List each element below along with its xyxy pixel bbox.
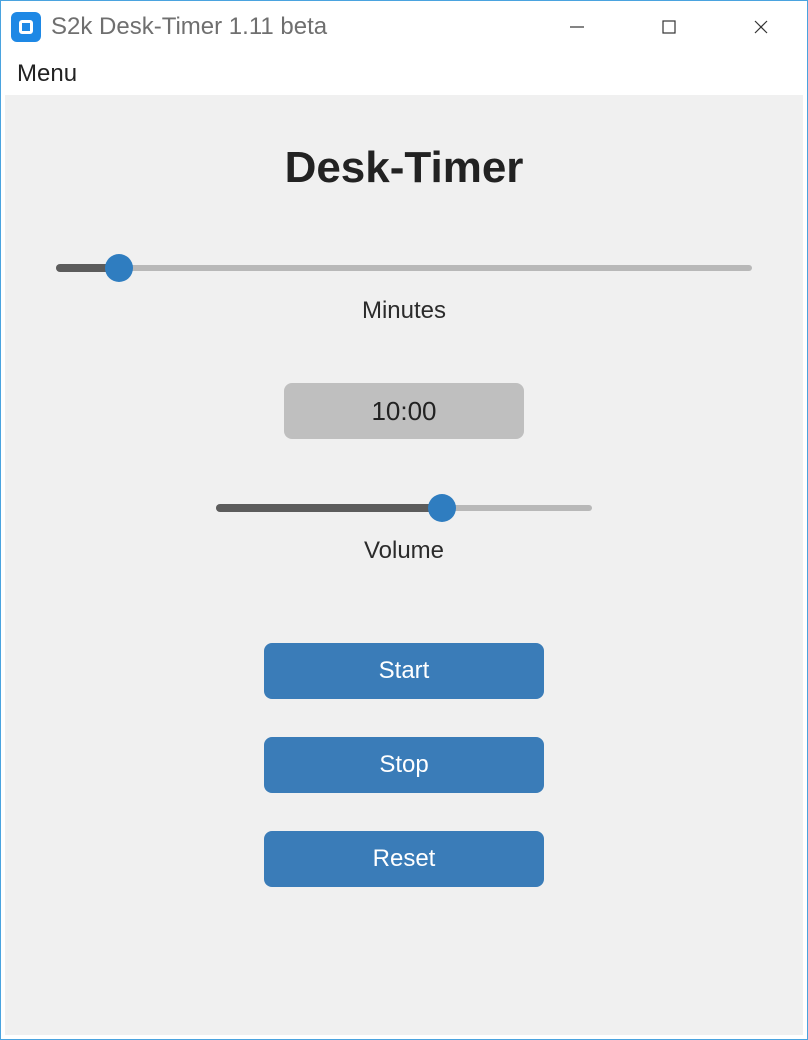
- volume-slider-label: Volume: [364, 537, 444, 565]
- client-area: Desk-Timer Minutes 10:00 Volume Start St…: [5, 95, 803, 1035]
- app-icon: [11, 12, 41, 42]
- minutes-slider-track: [56, 265, 752, 271]
- volume-slider[interactable]: [216, 493, 592, 523]
- reset-button[interactable]: Reset: [264, 831, 544, 887]
- menubar: Menu: [1, 53, 807, 95]
- maximize-icon: [661, 19, 677, 35]
- volume-slider-group: Volume: [216, 493, 592, 565]
- close-icon: [752, 18, 770, 36]
- app-icon-square: [19, 20, 33, 34]
- window-controls: [531, 1, 807, 53]
- volume-slider-fill: [216, 504, 442, 512]
- minutes-slider[interactable]: [56, 253, 752, 283]
- page-title: Desk-Timer: [285, 143, 524, 193]
- minimize-button[interactable]: [531, 1, 623, 53]
- maximize-button[interactable]: [623, 1, 715, 53]
- menu-item-menu[interactable]: Menu: [11, 56, 83, 92]
- close-button[interactable]: [715, 1, 807, 53]
- volume-slider-thumb[interactable]: [428, 494, 456, 522]
- start-button[interactable]: Start: [264, 643, 544, 699]
- app-window: S2k Desk-Timer 1.11 beta Menu Desk-Timer: [0, 0, 808, 1040]
- time-display: 10:00: [284, 383, 524, 439]
- minutes-slider-thumb[interactable]: [105, 254, 133, 282]
- minutes-slider-label: Minutes: [362, 297, 446, 325]
- button-stack: Start Stop Reset: [264, 643, 544, 887]
- titlebar: S2k Desk-Timer 1.11 beta: [1, 1, 807, 53]
- window-title: S2k Desk-Timer 1.11 beta: [51, 13, 327, 41]
- stop-button[interactable]: Stop: [264, 737, 544, 793]
- minimize-icon: [568, 18, 586, 36]
- minutes-slider-group: Minutes: [56, 253, 752, 325]
